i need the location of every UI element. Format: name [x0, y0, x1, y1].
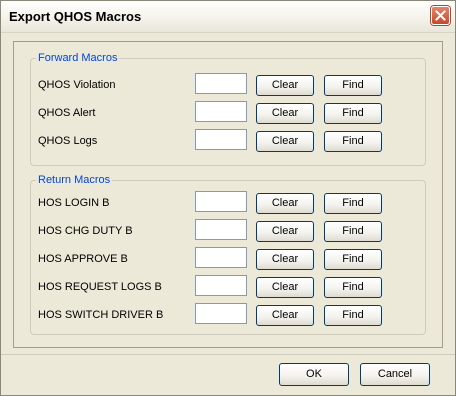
- row-label: HOS CHG DUTY B: [38, 225, 133, 237]
- clear-button[interactable]: Clear: [256, 221, 314, 242]
- macro-field-hos-chg-duty-b[interactable]: [195, 219, 247, 240]
- macros-panel: Forward Macros QHOS Violation Clear Find…: [13, 41, 443, 348]
- macro-field-hos-request-logs-b[interactable]: [195, 275, 247, 296]
- row-label: HOS REQUEST LOGS B: [38, 281, 162, 293]
- macro-field-hos-switch-driver-b[interactable]: [195, 303, 247, 324]
- export-dialog: Export QHOS Macros Forward Macros QHOS V…: [0, 0, 456, 396]
- window-title: Export QHOS Macros: [9, 9, 142, 24]
- row-label: HOS APPROVE B: [38, 253, 128, 265]
- row-label: HOS SWITCH DRIVER B: [38, 309, 164, 321]
- row-label: QHOS Alert: [38, 107, 96, 119]
- row-label: HOS LOGIN B: [38, 197, 110, 209]
- return-macros-legend: Return Macros: [36, 174, 113, 186]
- forward-macros-group: Forward Macros QHOS Violation Clear Find…: [30, 52, 426, 166]
- close-icon: [435, 10, 446, 21]
- title-bar[interactable]: Export QHOS Macros: [1, 1, 455, 33]
- return-macros-group: Return Macros HOS LOGIN B Clear Find HOS…: [30, 174, 426, 335]
- macro-field-hos-login-b[interactable]: [195, 191, 247, 212]
- find-button[interactable]: Find: [324, 305, 382, 326]
- find-button[interactable]: Find: [324, 277, 382, 298]
- clear-button[interactable]: Clear: [256, 249, 314, 270]
- find-button[interactable]: Find: [324, 249, 382, 270]
- clear-button[interactable]: Clear: [256, 103, 314, 124]
- footer-divider: [1, 354, 455, 355]
- clear-button[interactable]: Clear: [256, 277, 314, 298]
- clear-button[interactable]: Clear: [256, 75, 314, 96]
- macro-field-qhos-alert[interactable]: [195, 101, 247, 122]
- clear-button[interactable]: Clear: [256, 193, 314, 214]
- row-label: QHOS Logs: [38, 135, 98, 147]
- macro-field-hos-approve-b[interactable]: [195, 247, 247, 268]
- find-button[interactable]: Find: [324, 103, 382, 124]
- find-button[interactable]: Find: [324, 75, 382, 96]
- clear-button[interactable]: Clear: [256, 131, 314, 152]
- macro-field-qhos-violation[interactable]: [195, 73, 247, 94]
- close-button[interactable]: [431, 6, 450, 25]
- row-label: QHOS Violation: [38, 79, 116, 91]
- cancel-button[interactable]: Cancel: [360, 363, 430, 386]
- clear-button[interactable]: Clear: [256, 305, 314, 326]
- macro-field-qhos-logs[interactable]: [195, 129, 247, 150]
- forward-macros-legend: Forward Macros: [36, 52, 120, 64]
- find-button[interactable]: Find: [324, 221, 382, 242]
- find-button[interactable]: Find: [324, 193, 382, 214]
- ok-button[interactable]: OK: [279, 363, 349, 386]
- find-button[interactable]: Find: [324, 131, 382, 152]
